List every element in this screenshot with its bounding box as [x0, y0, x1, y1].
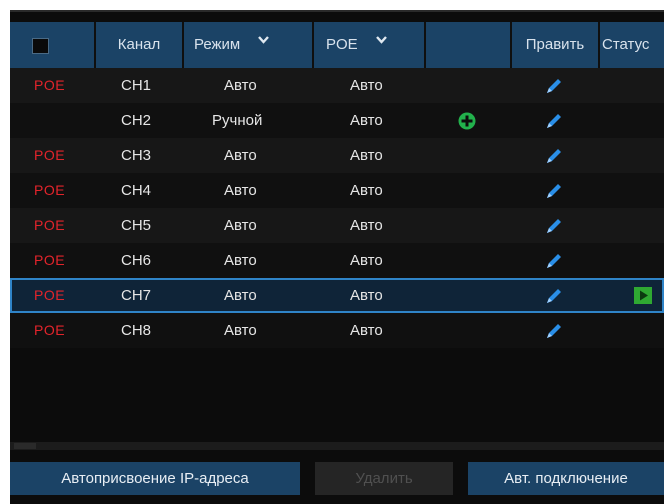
channel-name: CH8 [121, 322, 152, 339]
mode-value: Авто [224, 147, 257, 164]
column-header-mode-label: Режим [194, 36, 241, 53]
column-header-channel: Канал [96, 22, 182, 68]
play-icon[interactable] [634, 287, 652, 304]
ip-channel-window: Канал Режим POE Править Статус POE CH1 А… [10, 10, 664, 504]
pencil-icon[interactable] [545, 112, 563, 130]
poe-mode-value: Авто [350, 252, 383, 269]
top-divider [10, 10, 664, 12]
column-header-channel-label: Канал [117, 36, 161, 53]
mode-value: Авто [224, 77, 257, 94]
footer-toolbar: Автоприсвоение IP-адреса Удалить Авт. по… [10, 450, 664, 504]
table-row[interactable]: POE CH3 Авто Авто [10, 138, 664, 173]
scrollbar-thumb[interactable] [14, 443, 36, 449]
horizontal-scrollbar[interactable] [10, 442, 664, 450]
poe-tag: POE [34, 77, 66, 93]
table-row[interactable]: POE CH6 Авто Авто [10, 243, 664, 278]
poe-mode-value: Авто [350, 217, 383, 234]
mode-value: Авто [224, 182, 257, 199]
table-row[interactable]: POE CH8 Авто Авто [10, 313, 664, 348]
pencil-icon[interactable] [545, 322, 563, 340]
poe-mode-value: Авто [350, 147, 383, 164]
mode-value: Авто [224, 287, 257, 304]
auto-connect-button[interactable]: Авт. подключение [468, 462, 664, 495]
poe-tag: POE [34, 147, 66, 163]
channel-name: CH3 [121, 147, 152, 164]
delete-button[interactable]: Удалить [315, 462, 453, 495]
chevron-down-icon[interactable] [375, 36, 387, 46]
select-all-checkbox[interactable] [32, 38, 49, 54]
poe-tag: POE [34, 217, 66, 233]
table-row-selected[interactable]: POE CH7 Авто Авто [10, 278, 664, 313]
channel-name: CH7 [121, 287, 152, 304]
channel-name: CH6 [121, 252, 152, 269]
pencil-icon[interactable] [545, 77, 563, 95]
channel-name: CH5 [121, 217, 152, 234]
poe-tag: POE [34, 252, 66, 268]
channel-name: CH1 [121, 77, 152, 94]
chevron-down-icon[interactable] [258, 36, 270, 46]
column-header-add [426, 22, 510, 68]
poe-mode-value: Авто [350, 287, 383, 304]
table-row[interactable]: POE CH1 Авто Авто [10, 68, 664, 103]
pencil-icon[interactable] [545, 252, 563, 270]
mode-value: Ручной [212, 112, 263, 129]
table-row[interactable]: CH2 Ручной Авто [10, 103, 664, 138]
poe-mode-value: Авто [350, 322, 383, 339]
column-header-mode[interactable]: Режим [184, 22, 312, 68]
pencil-icon[interactable] [545, 182, 563, 200]
channel-name: CH2 [121, 112, 152, 129]
table-header: Канал Режим POE Править Статус [10, 22, 664, 68]
mode-value: Авто [224, 252, 257, 269]
column-header-status-label: Статус [602, 36, 650, 53]
select-all-cell[interactable] [10, 22, 94, 68]
plus-circle-icon[interactable] [458, 112, 476, 130]
auto-assign-ip-button[interactable]: Автоприсвоение IP-адреса [10, 462, 300, 495]
pencil-icon[interactable] [545, 147, 563, 165]
column-header-edit-label: Править [525, 36, 585, 53]
column-header-edit: Править [512, 22, 598, 68]
table-row[interactable]: POE CH4 Авто Авто [10, 173, 664, 208]
pencil-icon[interactable] [545, 217, 563, 235]
column-header-poe-label: POE [326, 36, 358, 53]
channel-name: CH4 [121, 182, 152, 199]
poe-mode-value: Авто [350, 182, 383, 199]
poe-tag: POE [34, 322, 66, 338]
poe-mode-value: Авто [350, 77, 383, 94]
mode-value: Авто [224, 322, 257, 339]
column-header-poe[interactable]: POE [314, 22, 424, 68]
poe-tag: POE [34, 182, 66, 198]
pencil-icon[interactable] [545, 287, 563, 305]
table-row[interactable]: POE CH5 Авто Авто [10, 208, 664, 243]
poe-mode-value: Авто [350, 112, 383, 129]
mode-value: Авто [224, 217, 257, 234]
column-header-status: Статус [600, 22, 664, 68]
poe-tag: POE [34, 287, 66, 303]
